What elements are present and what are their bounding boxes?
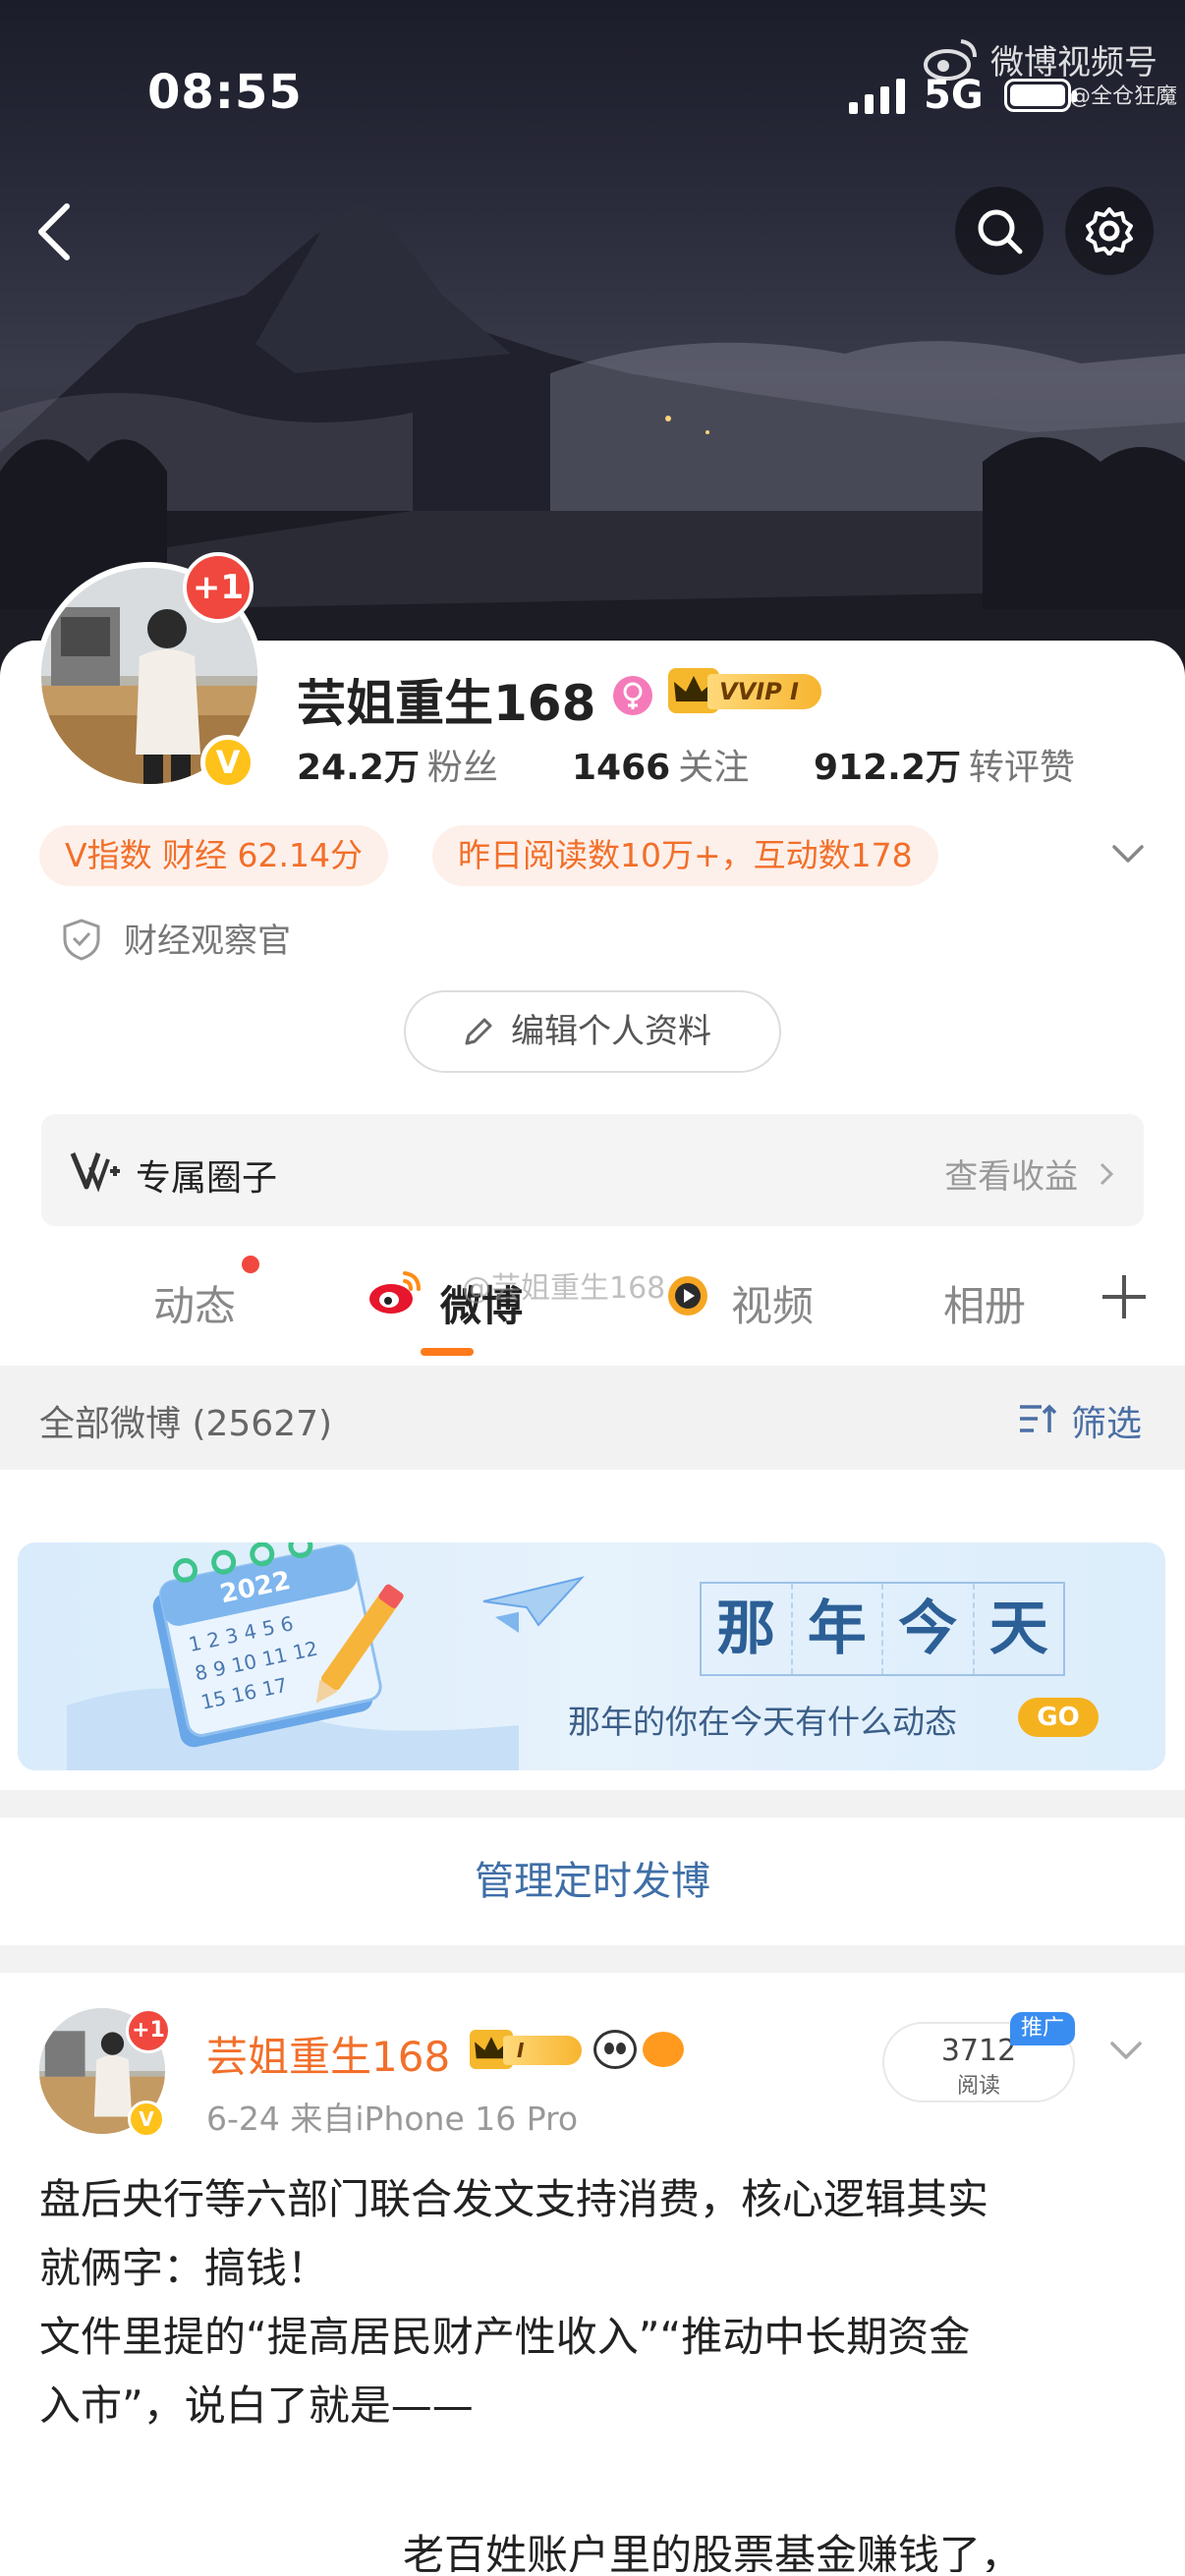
filter-bar: 全部微博 (25627) 筛选 <box>0 1366 1185 1470</box>
signal-icon <box>849 79 906 114</box>
circle-title: 专属圈子 <box>136 1158 278 1199</box>
stat-label: 转评赞 <box>968 748 1075 788</box>
female-icon <box>613 676 652 715</box>
video-icon <box>668 1276 707 1316</box>
section-divider <box>0 1945 1185 1973</box>
go-button[interactable]: GO <box>1018 1698 1099 1737</box>
post-cut-line: 老百姓账户里的股票基金赚钱了， <box>39 2503 1150 2572</box>
v-index-pill[interactable]: V指数 财经 62.14分 <box>39 825 389 886</box>
view-earnings-label: 查看收益 <box>944 1157 1079 1197</box>
add-tab-icon[interactable] <box>1097 1269 1152 1324</box>
weibo-count: 全部微博 (25627) <box>39 1404 333 1444</box>
fish-icon <box>643 2032 684 2067</box>
settings-button[interactable] <box>1065 187 1154 275</box>
stat-label: 关注 <box>678 748 750 788</box>
panda-icon <box>593 2030 637 2069</box>
banner-title-char: 天 <box>988 1595 1048 1663</box>
shield-icon <box>63 919 100 961</box>
calendar-illustration: 2022 1 2 3 4 5 6 8 9 10 11 12 15 16 17 <box>67 1542 519 1770</box>
chevron-down-icon[interactable] <box>1110 843 1146 867</box>
on-this-day-banner[interactable]: 2022 1 2 3 4 5 6 8 9 10 11 12 15 16 17 那… <box>18 1542 1165 1770</box>
post-line: 盘后央行等六部门联合发文支持消费，核心逻辑其实 <box>39 2175 989 2223</box>
status-time: 08:55 <box>147 65 303 120</box>
read-label: 阅读 <box>956 2074 1000 2099</box>
exclusive-circle-bar[interactable]: 专属圈子 查看收益 <box>41 1114 1144 1226</box>
stat-likes[interactable]: 912.2万 转评赞 <box>814 739 1075 790</box>
banner-title: 那 年 今 天 <box>700 1582 1065 1676</box>
vvip-badge[interactable]: VVIP I <box>668 668 825 713</box>
weibo-logo-icon <box>924 39 977 81</box>
banner-title-char: 那 <box>702 1584 793 1674</box>
chevron-right-icon <box>1100 1162 1114 1186</box>
profile-tabs: 动态 微博 @芸姐重生168 视频 相册 <box>0 1238 1185 1366</box>
watermark-brand: 微博视频号 <box>990 43 1157 83</box>
post-card[interactable]: +1 V 芸姐重生168 I 6-24 来自iPhone 16 Pro 3712… <box>0 1973 1185 2576</box>
promote-badge[interactable]: 推广 <box>1010 2012 1075 2045</box>
post-vip-badge: I <box>470 2030 584 2069</box>
avatar-plus-badge[interactable]: +1 <box>183 552 254 623</box>
post-vip-label: I <box>503 2036 582 2065</box>
stat-value: 1466 <box>572 748 671 788</box>
vvip-label: VVIP I <box>707 674 821 709</box>
banner-title-char: 年 <box>793 1584 883 1674</box>
post-line: 入市”，说白了就是—— <box>39 2381 474 2430</box>
post-line: 老百姓账户里的股票基金赚钱了， <box>403 2531 1023 2572</box>
banner-area: 2022 1 2 3 4 5 6 8 9 10 11 12 15 16 17 那… <box>0 1470 1185 1790</box>
stat-following[interactable]: 1466 关注 <box>572 739 749 790</box>
watermark-handle: @全仓狂魔 <box>1069 84 1178 109</box>
post-line: 就俩字：搞钱！ <box>39 2244 329 2292</box>
filter-label: 筛选 <box>1070 1404 1142 1444</box>
v-plus-icon <box>70 1152 120 1193</box>
chevron-down-icon[interactable] <box>1108 2040 1144 2063</box>
tab-video[interactable]: 视频 <box>731 1273 814 1333</box>
stat-label: 粉丝 <box>426 748 498 788</box>
stat-fans[interactable]: 24.2万 粉丝 <box>297 739 498 790</box>
post-meta: 6-24 来自iPhone 16 Pro <box>206 2100 579 2138</box>
chevron-left-icon <box>38 203 70 260</box>
filter-button[interactable]: 筛选 <box>1019 1395 1142 1446</box>
post-verified-badge: V <box>128 2100 165 2138</box>
edit-profile-button[interactable]: 编辑个人资料 <box>404 990 781 1073</box>
post-body: 盘后央行等六部门联合发文支持消费，核心逻辑其实 就俩字：搞钱！ 文件里提的“提高… <box>39 2165 1150 2440</box>
search-icon <box>978 209 1023 254</box>
manage-scheduled-posts-link[interactable]: 管理定时发博 <box>0 1818 1185 1945</box>
pencil-icon <box>465 1018 492 1045</box>
post-author[interactable]: 芸姐重生168 <box>206 2024 450 2084</box>
view-earnings-link[interactable]: 查看收益 <box>944 1149 1116 1198</box>
tab-album[interactable]: 相册 <box>943 1273 1026 1333</box>
verified-badge: V <box>200 735 255 790</box>
paper-plane-icon <box>482 1576 585 1627</box>
profile-name: 芸姐重生168 <box>297 675 596 732</box>
notification-dot <box>242 1256 259 1273</box>
filter-icon <box>1019 1404 1057 1432</box>
stat-value: 912.2万 <box>814 748 961 788</box>
post-line: 文件里提的“提高居民财产性收入”“推动中长期资金 <box>39 2313 971 2361</box>
weibo-icon <box>369 1271 421 1314</box>
section-divider <box>0 1790 1185 1818</box>
reading-stats-pill[interactable]: 昨日阅读数10万+，互动数178 <box>432 825 938 886</box>
active-tab-indicator <box>421 1348 474 1356</box>
tab-feed[interactable]: 动态 <box>153 1273 236 1333</box>
watermark-overlay: @芸姐重生168 <box>462 1271 666 1306</box>
back-button[interactable] <box>24 193 86 271</box>
certification-label: 财经观察官 <box>124 922 291 961</box>
stat-value: 24.2万 <box>297 748 420 788</box>
battery-icon <box>1004 79 1077 112</box>
banner-title-char: 今 <box>883 1584 975 1674</box>
post-avatar-plus-badge: +1 <box>126 2008 171 2053</box>
edit-profile-label: 编辑个人资料 <box>511 1012 711 1051</box>
banner-subtitle: 那年的你在今天有什么动态 <box>568 1703 957 1741</box>
search-button[interactable] <box>955 187 1044 275</box>
gear-icon <box>1086 207 1133 255</box>
